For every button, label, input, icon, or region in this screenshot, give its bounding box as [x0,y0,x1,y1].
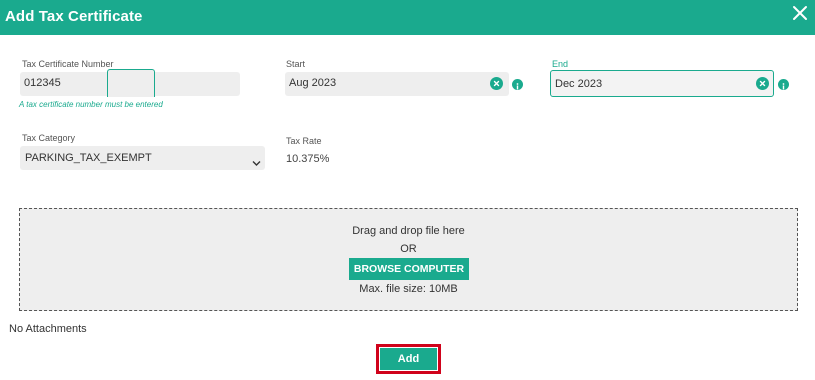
or-separator: OR [400,243,417,255]
end-value: Dec 2023 [555,78,603,90]
end-label: End [552,59,569,69]
browse-computer-button[interactable]: BROWSE COMPUTER [349,258,469,280]
chevron-down-icon [252,154,261,166]
end-field[interactable]: Dec 2023 [550,70,774,97]
info-icon[interactable] [512,79,523,90]
file-drop-zone[interactable]: Drag and drop file here OR BROWSE COMPUT… [19,208,798,311]
close-icon[interactable] [791,4,809,22]
add-button[interactable]: Add [380,348,437,370]
start-value: Aug 2023 [289,77,337,89]
tax-certificate-number-validation-message: A tax certificate number must be entered [19,100,163,109]
start-field[interactable]: Aug 2023 [285,72,509,96]
dialog-title: Add Tax Certificate [5,8,143,25]
info-icon[interactable] [778,79,789,90]
no-attachments-text: No Attachments [9,323,87,335]
dialog-header: Add Tax Certificate [0,0,815,35]
tax-category-label: Tax Category [22,133,76,143]
clear-icon[interactable] [756,77,769,90]
tax-rate-value: 10.375% [286,153,330,165]
max-file-size: Max. file size: 10MB [359,283,458,295]
tax-category-select[interactable]: PARKING_TAX_EXEMPT [20,146,265,170]
tax-certificate-number-label: Tax Certificate Number [22,59,114,69]
drop-instruction: Drag and drop file here [352,225,465,237]
tax-certificate-number-value: 012345 [24,77,61,89]
tax-certificate-number-focus-indicator [107,69,155,97]
tax-category-selected: PARKING_TAX_EXEMPT [25,152,152,164]
start-label: Start [286,59,306,69]
clear-icon[interactable] [490,77,503,90]
tax-rate-label: Tax Rate [286,136,322,146]
